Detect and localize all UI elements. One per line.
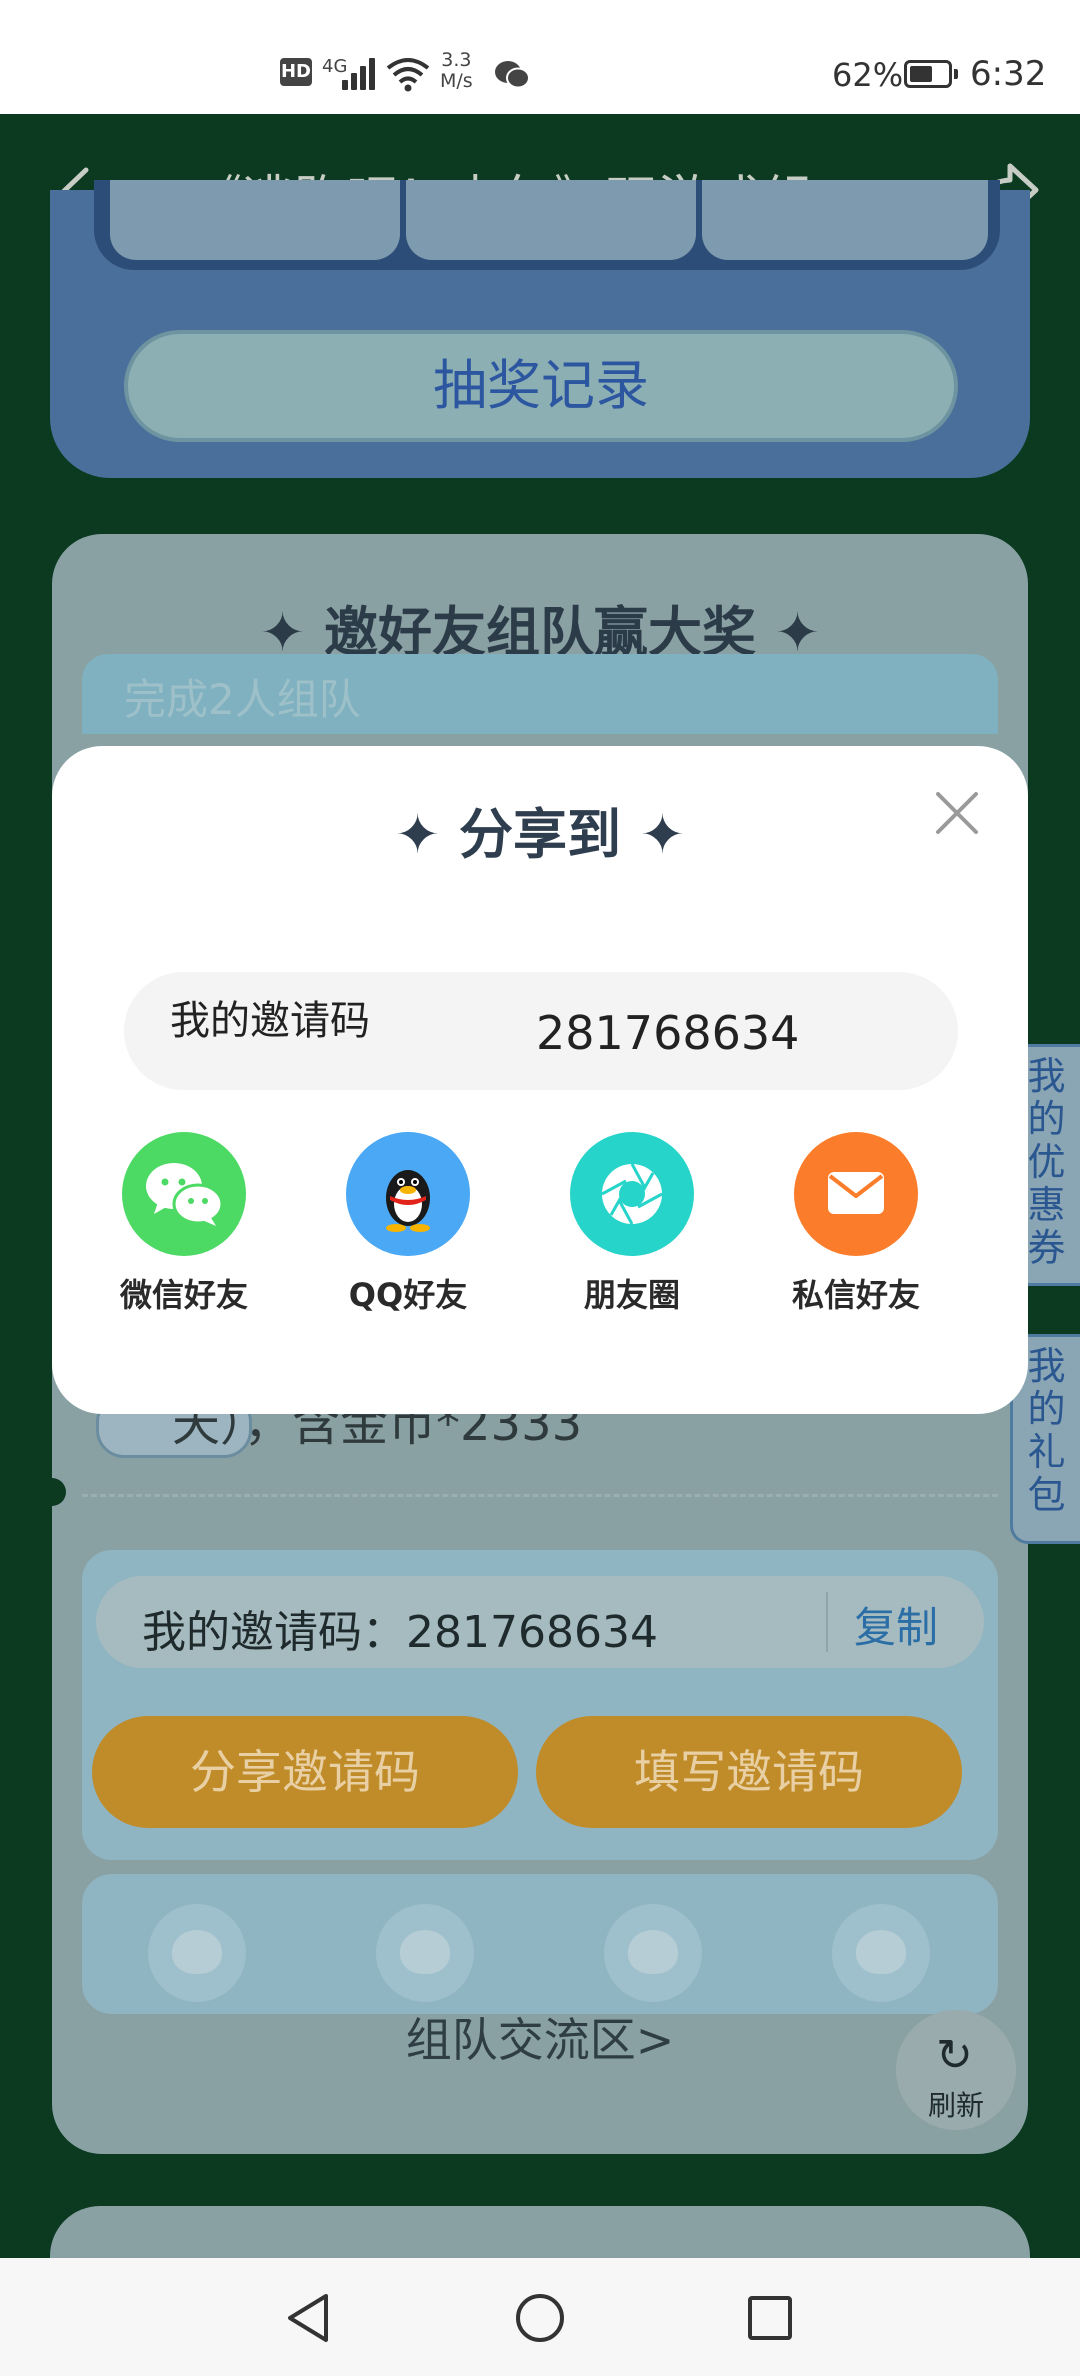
team-slot-avatar[interactable] bbox=[148, 1904, 246, 2002]
nav-recents-icon[interactable] bbox=[740, 2288, 800, 2348]
lottery-record-button[interactable]: 抽奖记录 bbox=[124, 330, 958, 442]
copy-button[interactable]: 复制 bbox=[854, 1594, 938, 1655]
scroll-indicator bbox=[38, 1478, 66, 1506]
share-code-button[interactable]: 分享邀请码 bbox=[92, 1716, 518, 1828]
invite-code-box: 我的邀请码：281768634 复制 分享邀请码 填写邀请码 bbox=[82, 1550, 998, 1860]
signal-icon bbox=[342, 56, 382, 90]
team-forum-link[interactable]: 组队交流区> bbox=[52, 2004, 1028, 2070]
team-slot-avatar[interactable] bbox=[832, 1904, 930, 2002]
prize-tab[interactable] bbox=[110, 180, 400, 260]
close-icon[interactable] bbox=[932, 788, 982, 838]
team-slot-avatar[interactable] bbox=[604, 1904, 702, 2002]
divider bbox=[82, 1494, 998, 1497]
divider bbox=[826, 1592, 828, 1652]
battery-icon bbox=[904, 60, 958, 88]
hd-badge: HD bbox=[280, 58, 312, 86]
share-dialog: ✦ 分享到 ✦ 我的邀请码 281768634 微信好友 QQ好友 朋友圈 私信… bbox=[52, 746, 1028, 1414]
nav-back-icon[interactable] bbox=[280, 2288, 340, 2348]
wechat-icon bbox=[122, 1132, 246, 1256]
invite-code-label: 我的邀请码：281768634 bbox=[142, 1607, 658, 1658]
enter-code-button[interactable]: 填写邀请码 bbox=[536, 1716, 962, 1828]
invite-code-label: 我的邀请码 bbox=[170, 998, 370, 1044]
wechat-notification-icon bbox=[495, 61, 530, 89]
lottery-card: 抽奖记录 bbox=[50, 180, 1030, 478]
invite-code-row: 我的邀请码：281768634 复制 bbox=[96, 1576, 984, 1668]
prize-tab[interactable] bbox=[702, 180, 988, 260]
share-dialog-title: ✦ 分享到 ✦ bbox=[394, 803, 686, 866]
sparkle-icon: ✦ bbox=[639, 803, 686, 866]
refresh-icon: ↻ bbox=[936, 2030, 973, 2081]
mail-icon bbox=[794, 1132, 918, 1256]
network-speed: 3.3 M/s bbox=[440, 49, 473, 92]
moments-icon bbox=[570, 1132, 694, 1256]
team-slots bbox=[82, 1874, 998, 2014]
team-slot-avatar[interactable] bbox=[376, 1904, 474, 2002]
qq-penguin-icon bbox=[346, 1132, 470, 1256]
nav-home-icon[interactable] bbox=[510, 2288, 570, 2348]
refresh-button[interactable]: ↻ 刷新 bbox=[896, 2010, 1016, 2130]
team-tier-header: 完成2人组队 bbox=[82, 654, 998, 734]
invite-code-display: 我的邀请码 281768634 bbox=[124, 972, 958, 1090]
system-nav-bar bbox=[0, 2258, 1080, 2376]
sparkle-icon: ✦ bbox=[394, 803, 441, 866]
prize-tabs bbox=[94, 180, 1000, 270]
invite-code-value: 281768634 bbox=[536, 1006, 800, 1060]
battery-percent: 62% bbox=[832, 56, 904, 94]
wifi-icon bbox=[386, 58, 430, 92]
clock: 6:32 bbox=[970, 54, 1047, 94]
prize-tab[interactable] bbox=[406, 180, 696, 260]
status-bar: HD 4G 3.3 M/s 62% 6:32 bbox=[0, 0, 1080, 114]
